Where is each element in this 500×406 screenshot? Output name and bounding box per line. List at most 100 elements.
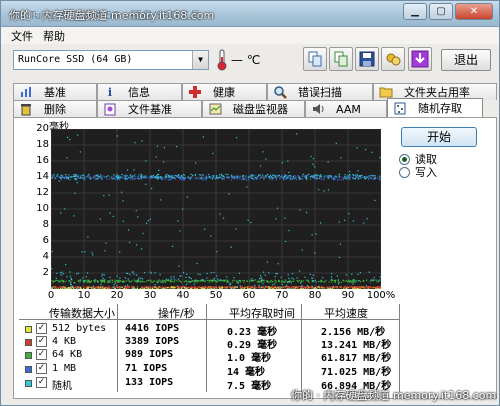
tab-info[interactable]: i 信息 — [97, 83, 182, 100]
data-point — [378, 287, 380, 289]
title-bar[interactable]: HD Tune 专业版 4.50 - 硬盘/SSD工具 你的 · 内存硬盘频道 … — [1, 1, 499, 27]
chevron-down-icon[interactable]: ▼ — [192, 51, 208, 69]
tab-label: AAM — [336, 102, 361, 116]
series-checkbox[interactable]: ✓ — [36, 336, 47, 347]
data-point — [124, 175, 126, 177]
data-point — [51, 286, 53, 288]
data-point — [230, 179, 233, 181]
copy-button[interactable] — [303, 47, 327, 71]
y-tick-label: 16 — [36, 155, 49, 166]
data-point — [351, 281, 353, 283]
data-point — [287, 160, 289, 162]
menu-item-help[interactable]: 帮助 — [43, 28, 65, 44]
data-point — [279, 281, 281, 283]
tab-health[interactable]: 健康 — [182, 83, 267, 100]
exit-button[interactable]: 退出 — [441, 49, 491, 71]
data-point — [292, 286, 294, 288]
tab-disk-monitor[interactable]: 磁盘监视器 — [202, 100, 305, 117]
data-point — [309, 178, 312, 180]
data-point — [137, 279, 140, 281]
data-point — [133, 169, 135, 171]
data-point — [184, 287, 186, 289]
data-point — [289, 178, 291, 180]
tab-file-benchmark[interactable]: 文件基准 — [97, 100, 202, 117]
data-point — [373, 277, 375, 279]
data-point — [116, 285, 118, 287]
tab-error-scan[interactable]: 错误扫描 — [267, 83, 373, 100]
data-point — [242, 279, 244, 281]
series-checkbox[interactable]: ✓ — [36, 363, 47, 374]
data-point — [76, 286, 78, 288]
data-point — [307, 279, 309, 281]
data-point — [285, 178, 287, 181]
options-button[interactable] — [381, 47, 405, 71]
data-point — [338, 221, 340, 223]
data-point — [180, 175, 182, 177]
tab-erase[interactable]: 删除 — [13, 100, 97, 117]
data-point — [206, 277, 208, 279]
data-point — [120, 176, 122, 178]
series-checkbox[interactable]: ✓ — [36, 377, 47, 388]
y-tick-label: 12 — [36, 187, 49, 198]
menu-item-file[interactable]: 文件 — [11, 28, 33, 44]
drive-select[interactable]: RunCore SSD (64 GB) ▼ — [13, 50, 209, 70]
data-point — [320, 174, 322, 176]
data-point — [339, 287, 341, 289]
window-controls: ▁ ▢ ✕ — [403, 3, 493, 20]
data-point — [280, 286, 282, 288]
data-point — [70, 282, 72, 284]
data-point — [177, 278, 180, 280]
tab-aam[interactable]: AAM — [305, 100, 387, 117]
save-button[interactable] — [355, 47, 379, 71]
data-point — [134, 174, 136, 176]
data-point — [285, 286, 287, 288]
data-point — [262, 283, 264, 285]
table-divider — [19, 319, 399, 320]
tab-benchmark[interactable]: 基准 — [13, 83, 97, 100]
data-point — [111, 177, 113, 179]
data-point — [226, 287, 228, 289]
data-point — [143, 272, 146, 274]
data-point — [62, 273, 64, 275]
data-point — [156, 176, 158, 178]
data-point — [219, 213, 221, 215]
data-point — [336, 176, 338, 178]
data-point — [171, 280, 173, 282]
start-button[interactable]: 开始 — [401, 127, 477, 147]
data-point — [272, 284, 274, 286]
data-point — [200, 288, 203, 289]
data-point — [379, 179, 381, 181]
data-point — [262, 151, 264, 153]
data-point — [189, 179, 191, 181]
data-point — [374, 177, 376, 180]
data-point — [154, 280, 156, 282]
data-point — [337, 179, 339, 181]
data-point — [280, 176, 282, 178]
maximize-button[interactable]: ▢ — [429, 3, 453, 20]
data-point — [211, 286, 213, 289]
tab-random-access[interactable]: 随机存取 — [387, 98, 483, 117]
series-checkbox[interactable]: ✓ — [36, 349, 47, 360]
data-point — [191, 281, 193, 283]
data-point — [152, 286, 154, 288]
download-button[interactable] — [408, 47, 432, 71]
series-checkbox[interactable]: ✓ — [36, 323, 47, 334]
write-mode-radio[interactable]: 写入 — [399, 164, 437, 180]
data-point — [368, 176, 371, 178]
data-point — [281, 162, 283, 164]
data-point — [301, 285, 303, 287]
data-point — [220, 279, 222, 281]
data-point — [88, 173, 90, 175]
data-point — [291, 175, 293, 177]
close-button[interactable]: ✕ — [455, 3, 493, 20]
data-point — [69, 286, 72, 288]
data-point — [149, 218, 151, 220]
data-point — [314, 174, 317, 176]
minimize-button[interactable]: ▁ — [403, 3, 427, 20]
data-point — [347, 280, 349, 282]
data-point — [161, 281, 163, 283]
data-point — [102, 277, 104, 279]
data-point — [100, 177, 102, 179]
data-point — [108, 287, 110, 289]
copy-info-button[interactable] — [329, 47, 353, 71]
